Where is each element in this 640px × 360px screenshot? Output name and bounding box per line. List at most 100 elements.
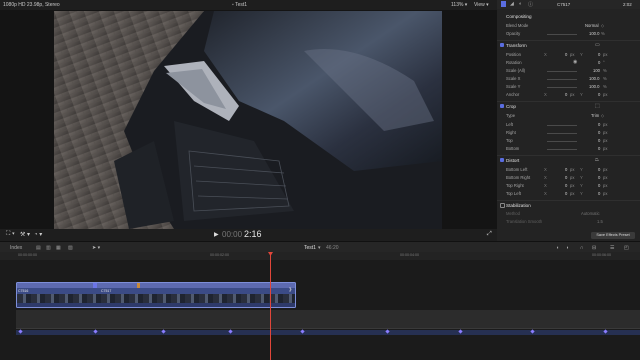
play-button[interactable]: ▶: [214, 231, 219, 238]
save-effects-preset-button[interactable]: Save Effects Preset: [591, 232, 635, 239]
transform-checkbox[interactable]: [500, 43, 504, 47]
rotation-row: Rotation ◉ 0 °: [506, 59, 605, 65]
rotation-value[interactable]: 0: [598, 60, 600, 65]
chevron-down-icon: ◇: [601, 23, 605, 28]
viewer-title[interactable]: ▪ Test1: [232, 2, 247, 8]
transform-onscreen-icon[interactable]: ▭: [595, 42, 600, 48]
ruler-tick: 00:00:02:00: [210, 253, 229, 257]
stabilization-method-dropdown[interactable]: Automatic: [581, 211, 600, 216]
scale-x-slider[interactable]: [547, 79, 577, 80]
crop-top-slider[interactable]: [547, 141, 577, 142]
anchor-y-value[interactable]: 0: [598, 92, 600, 97]
video-frame[interactable]: [54, 11, 442, 229]
zoom-slider-icon[interactable]: ⊟: [592, 245, 596, 251]
stabilization-checkbox[interactable]: [500, 203, 506, 209]
distort-top-right-row: Top Right X 0 px Y 0 px: [506, 183, 608, 188]
anchor-row: Anchor X 0 px Y 0 px: [506, 92, 608, 97]
zoom-dropdown[interactable]: 113% ▾: [451, 2, 467, 8]
headphones-icon[interactable]: ∩: [580, 245, 584, 251]
speed-tool-icon[interactable]: ◔ ▾: [34, 231, 42, 238]
chevron-down-icon: ◇: [601, 113, 605, 118]
crop-bottom-slider[interactable]: [547, 149, 577, 150]
ruler-tick: 00:00:04:00: [400, 253, 419, 257]
video-inspector: ◢ ◐ ⓘ C7517 2:02 Compositing Blend Mode …: [497, 0, 640, 241]
clip-label: C7516: [18, 289, 29, 293]
ruler-tick: 00:00:06:00: [592, 253, 611, 257]
timeline-area[interactable]: C7516 C7517 ⟫: [0, 260, 640, 360]
opacity-value[interactable]: 100.0: [589, 31, 599, 36]
enhance-tool-icon[interactable]: ⚒ ▾: [20, 231, 30, 238]
project-name[interactable]: Test1: [304, 245, 316, 251]
rotation-dial-icon[interactable]: ◉: [573, 59, 577, 65]
crop-type-dropdown[interactable]: Trim: [591, 113, 599, 118]
crop-right-row: Right 0 px: [506, 130, 608, 135]
position-x-value[interactable]: 0: [565, 52, 567, 57]
scale-y-slider[interactable]: [547, 87, 577, 88]
anchor-x-value[interactable]: 0: [565, 92, 567, 97]
crop-left-slider[interactable]: [547, 125, 577, 126]
scale-y-value[interactable]: 100.0: [589, 84, 599, 89]
scale-all-slider[interactable]: [547, 71, 577, 72]
crop-type-row: Type Trim ◇: [506, 113, 605, 118]
inspector-tabs: ◢ ◐ ⓘ C7517 2:02: [497, 0, 640, 9]
overwrite-edit-icon[interactable]: ▦: [56, 245, 61, 251]
select-tool-icon[interactable]: ➤ ▾: [92, 245, 100, 251]
insert-edit-icon[interactable]: ▥: [46, 245, 51, 251]
opacity-slider[interactable]: [547, 34, 577, 35]
stabilization-section[interactable]: Stabilization: [497, 201, 640, 210]
append-edit-icon[interactable]: ▤: [36, 245, 41, 251]
clip-header: [17, 283, 295, 288]
crop-left-row: Left 0 px: [506, 122, 608, 127]
effects-browser-icon[interactable]: ◰: [624, 245, 629, 251]
scale-x-row: Scale X 100.0 %: [506, 76, 607, 81]
video-tab-icon[interactable]: [501, 1, 506, 7]
audio-tab-icon[interactable]: ◢: [510, 1, 514, 7]
transform-tool-icon[interactable]: ⛶ ▾: [6, 231, 15, 238]
view-dropdown[interactable]: View ▾: [474, 2, 489, 8]
crop-bottom-row: Bottom 0 px: [506, 146, 608, 151]
distort-onscreen-icon[interactable]: ⏢: [595, 157, 599, 163]
translation-smooth-row: Translation Smooth 1.5: [506, 219, 603, 224]
viewer-timecode[interactable]: 2:16: [244, 229, 262, 239]
position-y-value[interactable]: 0: [598, 52, 600, 57]
clip-label: C7517: [101, 289, 112, 293]
marker[interactable]: [137, 283, 140, 288]
scale-all-value[interactable]: 100: [593, 68, 600, 73]
divider: [16, 328, 640, 329]
marker[interactable]: [93, 283, 97, 288]
playhead[interactable]: [270, 252, 271, 360]
scale-x-value[interactable]: 100.0: [589, 76, 599, 81]
ruler-tick: 00:00:00:00: [18, 253, 37, 257]
trim-handle-icon[interactable]: ⟫: [289, 287, 292, 293]
distort-section[interactable]: Distort ⏢: [497, 156, 640, 165]
position-row: Position X 0 px Y 0 px: [506, 52, 608, 57]
compositing-section[interactable]: Compositing: [497, 12, 640, 21]
crop-right-slider[interactable]: [547, 133, 577, 134]
crop-checkbox[interactable]: [500, 104, 504, 108]
solo-icon[interactable]: ◗: [566, 245, 569, 251]
keyframe-track[interactable]: [16, 330, 640, 335]
clip-video[interactable]: C7516 C7517: [16, 282, 296, 308]
audio-skimming-icon[interactable]: ◖: [556, 245, 559, 251]
index-button[interactable]: Index: [10, 245, 22, 251]
crop-top-row: Top 0 px: [506, 138, 608, 143]
transform-section[interactable]: Transform ▭: [497, 41, 640, 50]
blend-mode-dropdown[interactable]: Normal: [585, 23, 599, 28]
color-tab-icon[interactable]: ◐: [519, 1, 522, 7]
clip-appearance-icon[interactable]: ▧: [68, 245, 73, 251]
info-tab-icon[interactable]: ⓘ: [528, 1, 533, 8]
clip-name: C7517: [557, 2, 571, 7]
timeline-view-icon[interactable]: ☰: [610, 245, 614, 251]
timeline-ruler[interactable]: 00:00:00:00 00:00:02:00 00:00:04:00 00:0…: [0, 252, 640, 260]
chevron-down-icon[interactable]: ▾: [318, 245, 321, 251]
project-duration: 46:20: [326, 244, 339, 251]
crop-section[interactable]: Crop ⬚: [497, 102, 640, 111]
distort-checkbox[interactable]: [500, 158, 504, 162]
opacity-row: Opacity 100.0 %: [506, 31, 605, 36]
keyframe-lane[interactable]: [16, 310, 640, 328]
crop-onscreen-icon[interactable]: ⬚: [595, 103, 600, 109]
format-info: 1080p HD 23.98p, Stereo: [3, 2, 60, 8]
blend-mode-row: Blend Mode Normal ◇: [506, 23, 605, 28]
fullscreen-icon[interactable]: ⤢: [487, 231, 492, 238]
distort-top-left-row: Top Left X 0 px Y 0 px: [506, 191, 608, 196]
